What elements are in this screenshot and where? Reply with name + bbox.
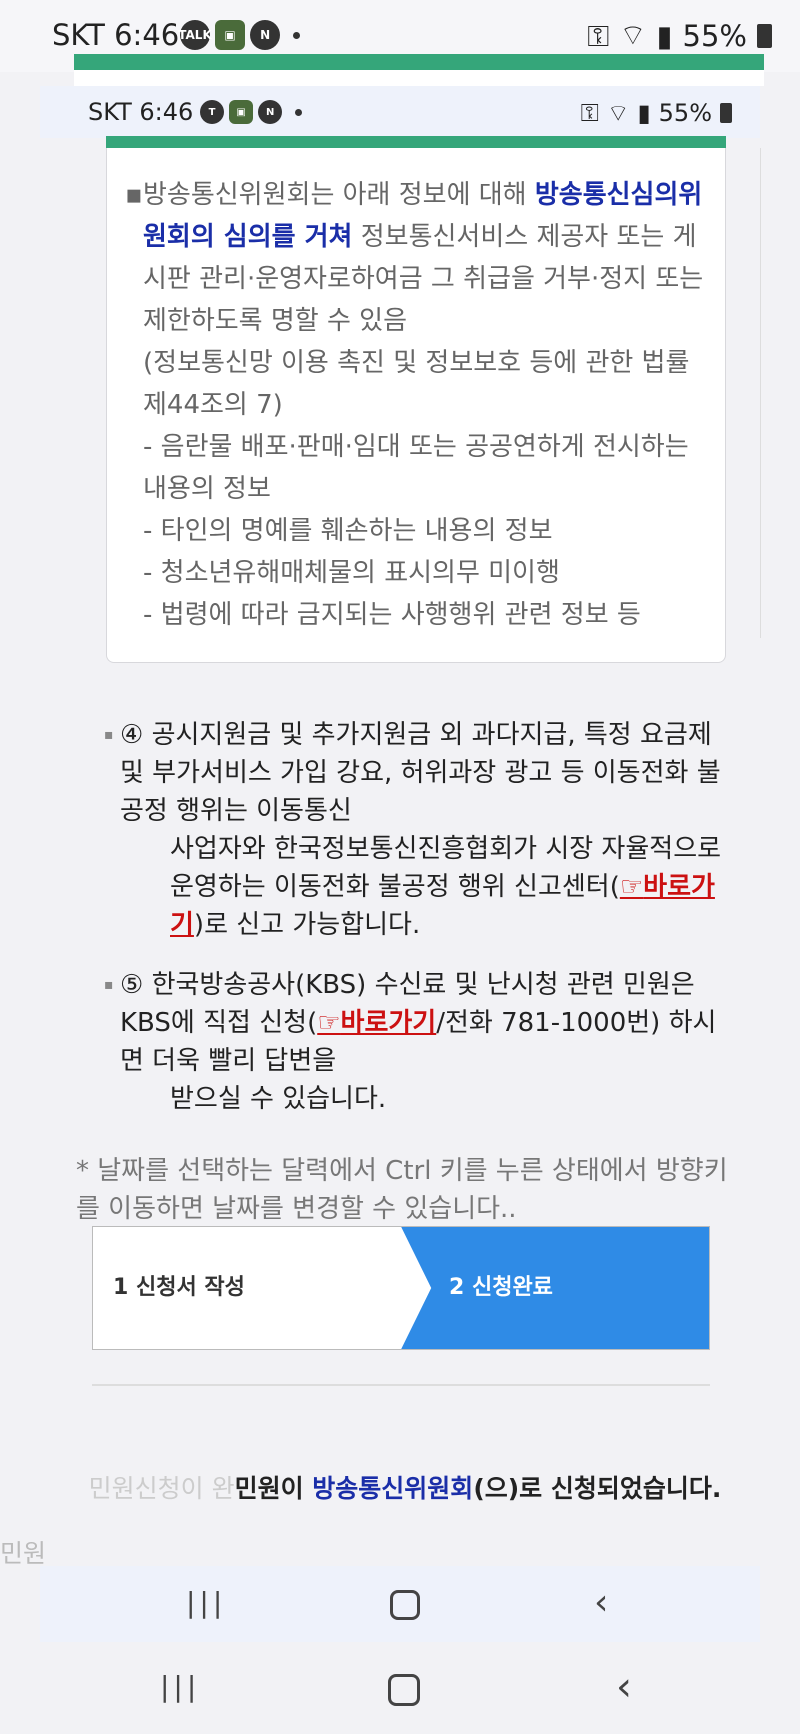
info-item: - 청소년유해매체물의 표시의무 미이행 xyxy=(143,558,560,588)
inner-nav-bar: ||| ‹ xyxy=(40,1566,760,1642)
kbs-link[interactable]: ☞바로가기 xyxy=(317,1008,436,1038)
inner-status-carrier-time: SKT 6:46 xyxy=(88,98,194,126)
inner-status-bar: SKT 6:46 T ▣ N ⚿ ⌔ ▮ 55% xyxy=(40,86,760,138)
law-reference: (정보통신망 이용 촉진 및 정보보호 등에 관한 법률 제44조의 7) xyxy=(143,348,690,420)
info-paragraph: 방송통신위원회는 아래 정보에 대해 방송통신심의위원회의 심의를 거쳐 정보통… xyxy=(143,180,704,336)
app-notification-icon: ▣ xyxy=(229,100,254,124)
battery-percent: 55% xyxy=(658,99,712,127)
home-icon xyxy=(388,1674,420,1706)
progress-steps: 1 신청서 작성 2 신청완료 xyxy=(92,1226,710,1350)
nav-bar: ||| ‹ xyxy=(0,1642,800,1734)
status-carrier-time: SKT 6:46 xyxy=(52,18,180,52)
naver-icon: N xyxy=(250,20,281,50)
more-notifications-icon xyxy=(295,108,303,116)
app-notification-icon: ▣ xyxy=(215,20,246,50)
home-button[interactable] xyxy=(388,1674,420,1714)
recent-apps-icon[interactable]: ||| xyxy=(186,1586,226,1619)
notice-item-4: ▪ ④ 공시지원금 및 추가지원금 외 과다지급, 특정 요금제 및 부가서비스… xyxy=(104,716,734,944)
info-item: - 법령에 따라 금지되는 사행행위 관련 정보 등 xyxy=(143,600,641,630)
battery-icon xyxy=(720,103,732,123)
key-icon: ⚿ xyxy=(580,99,599,127)
back-icon[interactable]: ‹ xyxy=(594,1582,608,1623)
bullet-icon: ▪ xyxy=(104,727,114,743)
signal-icon: ▮ xyxy=(637,99,651,127)
back-icon[interactable]: ‹ xyxy=(616,1664,632,1710)
step-2-label: 2 신청완료 xyxy=(449,1275,553,1300)
notice-item-5: ▪ ⑤ 한국방송공사(KBS) 수신료 및 난시청 관련 민원은 KBS에 직접… xyxy=(104,966,734,1118)
wifi-icon: ⌔ xyxy=(619,18,647,52)
info-box: ▪ 방송통신위원회는 아래 정보에 대해 방송통신심의위원회의 심의를 거쳐 정… xyxy=(106,148,726,663)
pointing-hand-icon: ☞ xyxy=(619,872,644,902)
green-box-top-bar xyxy=(106,136,726,148)
step-1-label: 1 신청서 작성 xyxy=(113,1275,245,1300)
home-icon xyxy=(390,1590,420,1620)
result-org: 방송통신위원회 xyxy=(312,1474,474,1503)
recent-apps-icon[interactable]: ||| xyxy=(160,1670,200,1703)
bullet-icon: ▪ xyxy=(125,180,143,210)
info-item: - 타인의 명예를 훼손하는 내용의 정보 xyxy=(143,516,553,546)
green-header-bar xyxy=(74,54,764,70)
signal-icon: ▮ xyxy=(656,19,673,53)
more-notifications-icon xyxy=(293,31,301,39)
calendar-hint: * 날짜를 선택하는 달력에서 Ctrl 키를 누른 상태에서 방향키를 이동하… xyxy=(76,1156,728,1224)
bullet-icon: ▪ xyxy=(104,977,114,993)
wifi-icon: ⌔ xyxy=(606,99,630,127)
info-item: - 음란물 배포·판매·임대 또는 공공연하게 전시하는 내용의 정보 xyxy=(143,432,689,504)
divider xyxy=(92,1384,710,1386)
key-icon: ⚿ xyxy=(587,18,610,53)
battery-percent: 55% xyxy=(682,19,747,53)
naver-icon: N xyxy=(258,100,283,124)
result-message: 민원신청이 완민원이 방송통신위원회(으)로 신청되었습니다. xyxy=(88,1474,722,1503)
home-button[interactable] xyxy=(390,1590,420,1628)
battery-icon xyxy=(757,24,772,48)
talk-icon: TALK xyxy=(178,20,212,50)
talk-icon: T xyxy=(200,100,224,124)
pointing-hand-icon: ☞ xyxy=(317,1008,341,1038)
